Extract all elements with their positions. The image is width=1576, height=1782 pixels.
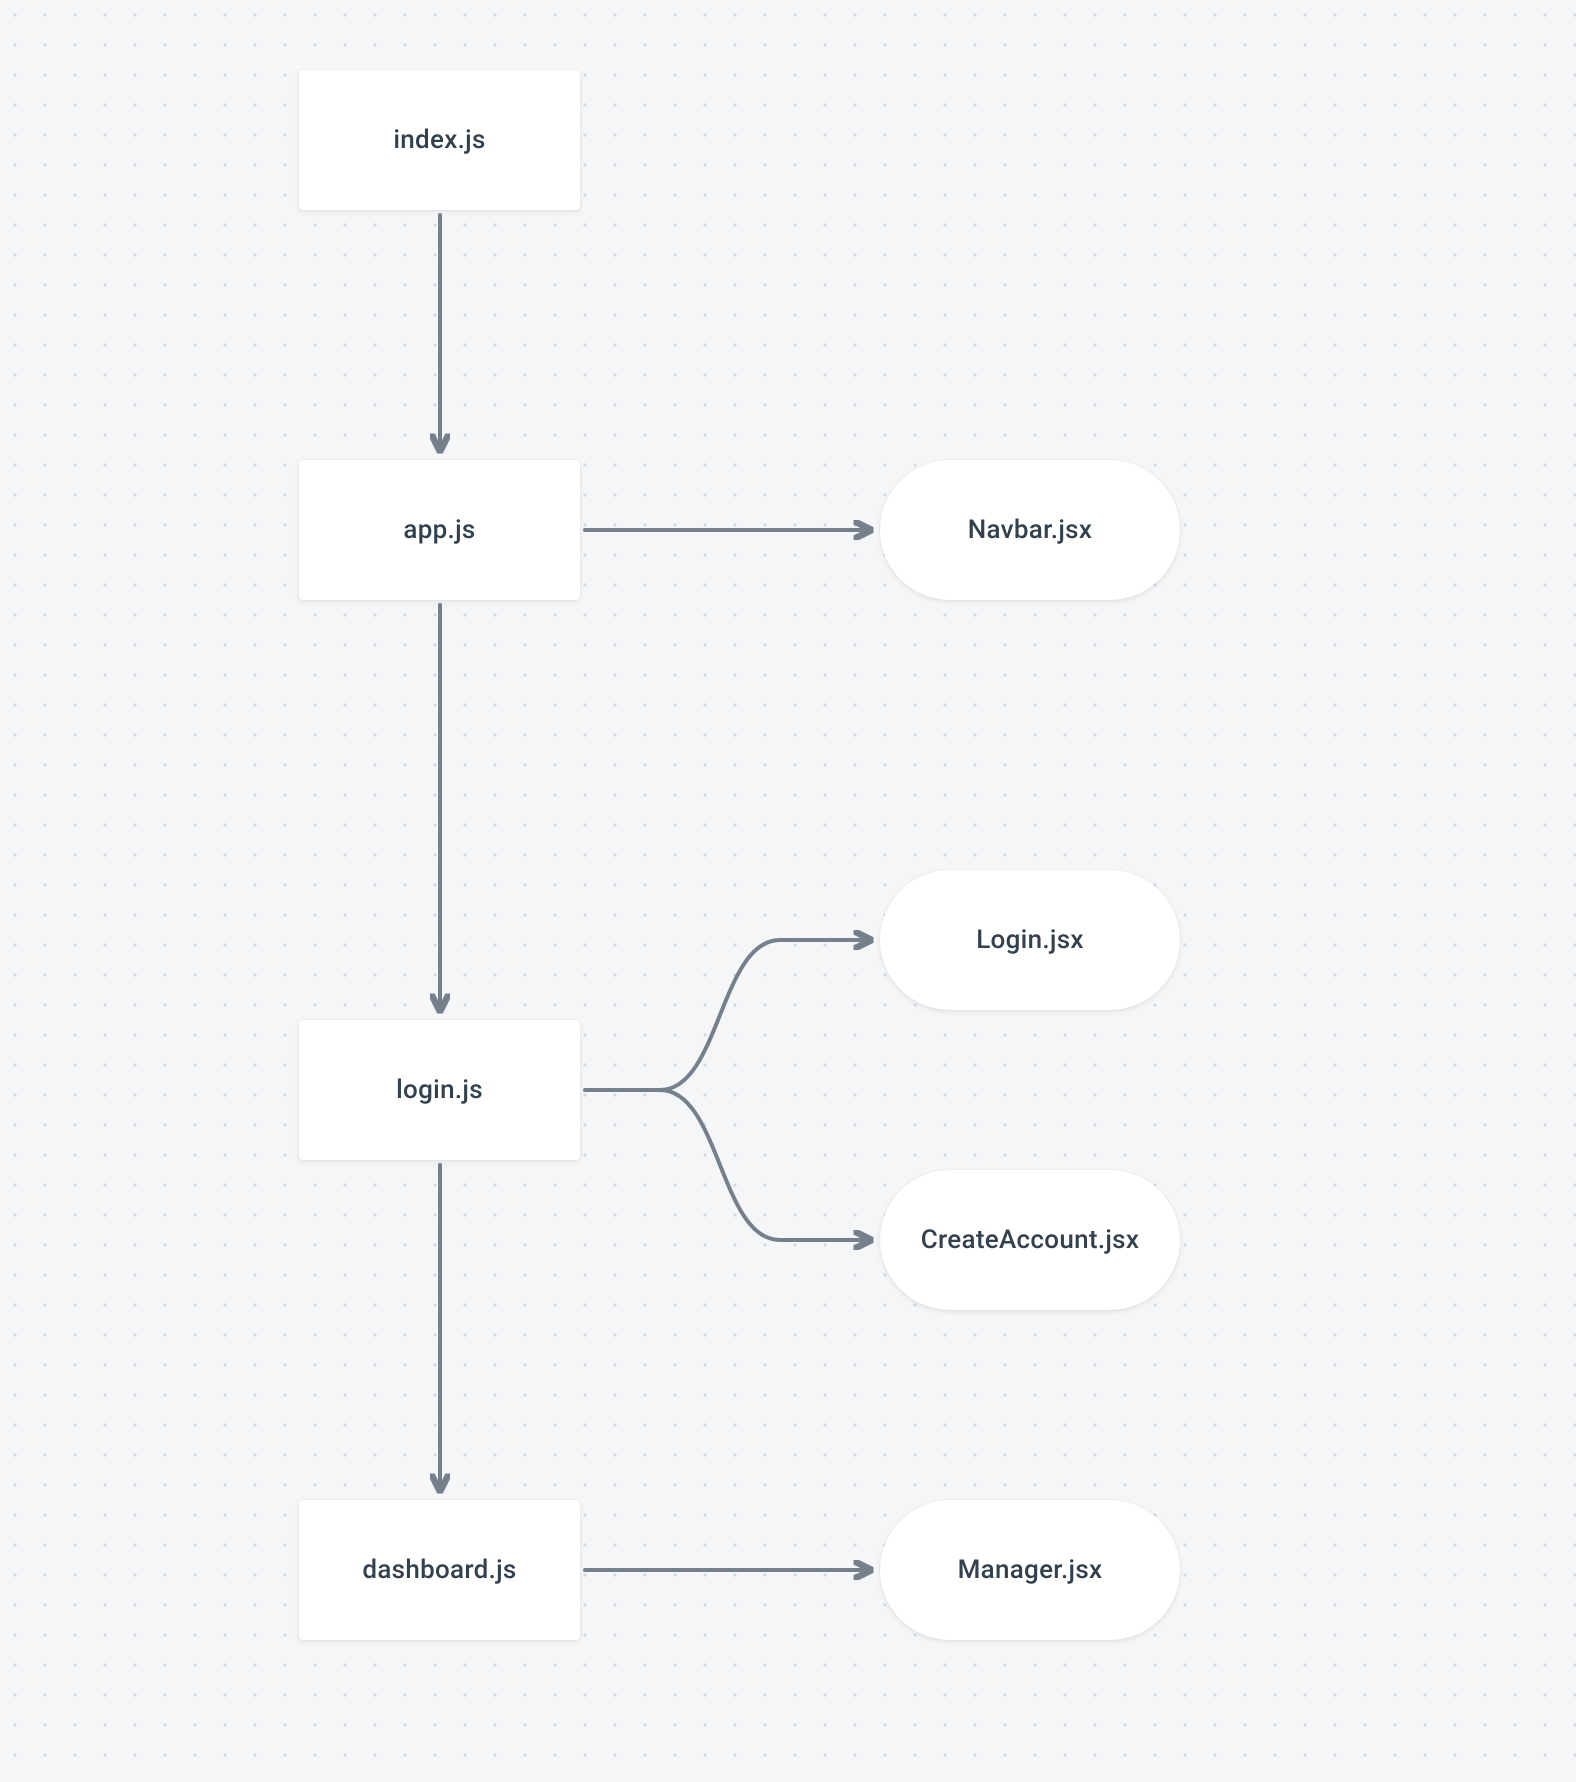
node-label: Login.jsx [976,925,1084,955]
edge-login-to-create [660,1090,870,1240]
node-label: dashboard.js [362,1555,516,1585]
node-label: Navbar.jsx [968,515,1092,545]
node-manager: Manager.jsx [880,1500,1180,1640]
node-create: CreateAccount.jsx [880,1170,1180,1310]
edges-layer [0,0,1576,1782]
node-label: login.js [396,1075,483,1105]
node-label: index.js [393,125,485,155]
node-label: Manager.jsx [958,1555,1103,1585]
node-index: index.js [299,70,580,210]
edge-login-to-loginjsx [660,940,870,1090]
node-loginjsx: Login.jsx [880,870,1180,1010]
node-label: CreateAccount.jsx [921,1225,1139,1255]
node-label: app.js [403,515,475,545]
node-navbar: Navbar.jsx [880,460,1180,600]
node-login: login.js [299,1020,580,1160]
node-app: app.js [299,460,580,600]
node-dashboard: dashboard.js [299,1500,580,1640]
